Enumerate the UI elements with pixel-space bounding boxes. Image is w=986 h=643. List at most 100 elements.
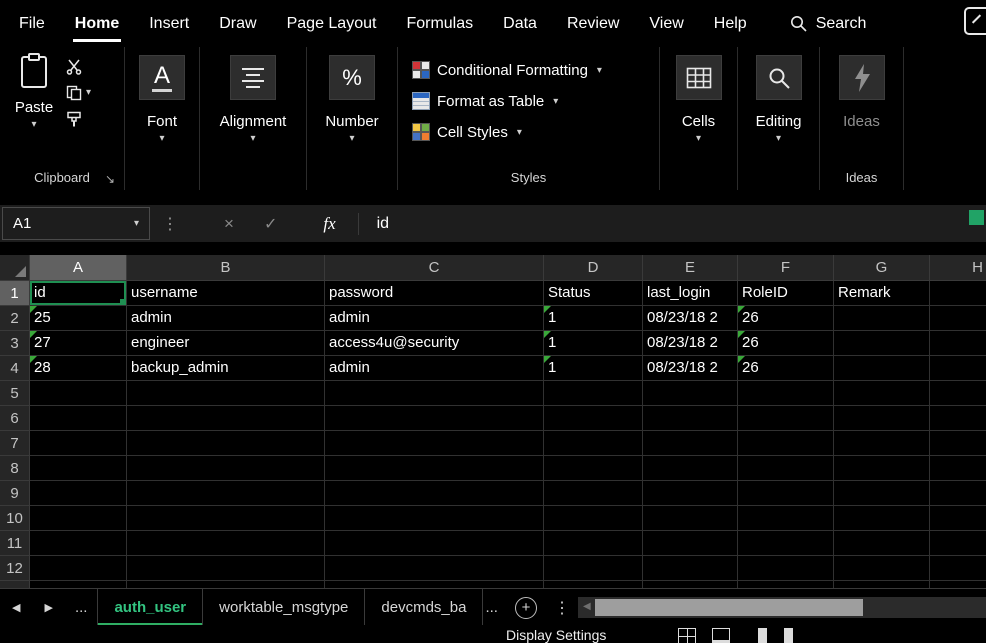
cell-C6[interactable] bbox=[325, 406, 544, 431]
cell-E13[interactable] bbox=[643, 581, 738, 588]
cell-A7[interactable] bbox=[30, 431, 127, 456]
cell-C11[interactable] bbox=[325, 531, 544, 556]
column-header-G[interactable]: G bbox=[834, 255, 930, 281]
cell-E1[interactable]: last_login bbox=[643, 281, 738, 306]
chevron-down-icon[interactable]: ▾ bbox=[159, 134, 164, 144]
font-button[interactable]: A Font ▾ bbox=[125, 55, 199, 144]
row-header-4[interactable]: 4 bbox=[0, 356, 30, 381]
cell-G1[interactable]: Remark bbox=[834, 281, 930, 306]
conditional-formatting-button[interactable]: Conditional Formatting ▾ bbox=[412, 57, 602, 83]
cell-E10[interactable] bbox=[643, 506, 738, 531]
menu-tab-review[interactable]: Review bbox=[552, 0, 634, 47]
chevron-down-icon[interactable]: ▾ bbox=[349, 134, 354, 144]
search-box[interactable]: Search bbox=[790, 0, 867, 47]
menu-tab-insert[interactable]: Insert bbox=[134, 0, 204, 47]
cell-C1[interactable]: password bbox=[325, 281, 544, 306]
row-header-12[interactable]: 12 bbox=[0, 556, 30, 581]
cell-E3[interactable]: 08/23/18 2 bbox=[643, 331, 738, 356]
row-header-10[interactable]: 10 bbox=[0, 506, 30, 531]
cell-H2[interactable] bbox=[930, 306, 986, 331]
cell-B12[interactable] bbox=[127, 556, 325, 581]
column-header-E[interactable]: E bbox=[643, 255, 738, 281]
cell-A11[interactable] bbox=[30, 531, 127, 556]
horizontal-scrollbar[interactable]: ◀ bbox=[578, 597, 986, 618]
number-button[interactable]: % Number ▾ bbox=[307, 55, 397, 144]
cell-A8[interactable] bbox=[30, 456, 127, 481]
sheet-tab-auth_user[interactable]: auth_user bbox=[98, 589, 203, 626]
row-header-11[interactable]: 11 bbox=[0, 531, 30, 556]
cell-B10[interactable] bbox=[127, 506, 325, 531]
cell-G13[interactable] bbox=[834, 581, 930, 588]
menu-tab-help[interactable]: Help bbox=[699, 0, 762, 47]
column-header-D[interactable]: D bbox=[544, 255, 643, 281]
menu-tab-data[interactable]: Data bbox=[488, 0, 552, 47]
cell-D13[interactable] bbox=[544, 581, 643, 588]
copy-button[interactable]: ▾ bbox=[66, 85, 91, 101]
chevron-down-icon[interactable]: ▾ bbox=[776, 134, 781, 144]
formula-input[interactable]: id bbox=[377, 215, 986, 233]
cell-A5[interactable] bbox=[30, 381, 127, 406]
cell-F11[interactable] bbox=[738, 531, 834, 556]
chevron-down-icon[interactable]: ▾ bbox=[31, 120, 36, 130]
cell-B9[interactable] bbox=[127, 481, 325, 506]
view-shortcut-bar-icon[interactable] bbox=[784, 628, 793, 643]
cell-F6[interactable] bbox=[738, 406, 834, 431]
ideas-button[interactable]: Ideas bbox=[820, 55, 903, 130]
cell-C7[interactable] bbox=[325, 431, 544, 456]
cell-G6[interactable] bbox=[834, 406, 930, 431]
column-header-A[interactable]: A bbox=[30, 255, 127, 281]
page-layout-view-icon[interactable] bbox=[712, 628, 730, 643]
dialog-launcher-icon[interactable]: ↘ bbox=[105, 172, 115, 186]
cell-B3[interactable]: engineer bbox=[127, 331, 325, 356]
cell-B4[interactable]: backup_admin bbox=[127, 356, 325, 381]
cell-B8[interactable] bbox=[127, 456, 325, 481]
column-header-F[interactable]: F bbox=[738, 255, 834, 281]
cell-H4[interactable] bbox=[930, 356, 986, 381]
cell-C4[interactable]: admin bbox=[325, 356, 544, 381]
cell-H5[interactable] bbox=[930, 381, 986, 406]
tab-scroll-right-icon[interactable]: ▶ bbox=[32, 601, 64, 614]
format-painter-button[interactable] bbox=[66, 111, 82, 127]
cell-D2[interactable]: 1 bbox=[544, 306, 643, 331]
cell-styles-button[interactable]: Cell Styles ▾ bbox=[412, 119, 522, 145]
cell-A3[interactable]: 27 bbox=[30, 331, 127, 356]
cell-F1[interactable]: RoleID bbox=[738, 281, 834, 306]
cell-E2[interactable]: 08/23/18 2 bbox=[643, 306, 738, 331]
cell-A6[interactable] bbox=[30, 406, 127, 431]
cell-H13[interactable] bbox=[930, 581, 986, 588]
normal-view-icon[interactable] bbox=[678, 628, 696, 643]
cell-H8[interactable] bbox=[930, 456, 986, 481]
scrollbar-thumb[interactable] bbox=[595, 599, 863, 616]
cell-G3[interactable] bbox=[834, 331, 930, 356]
cell-D10[interactable] bbox=[544, 506, 643, 531]
cell-F5[interactable] bbox=[738, 381, 834, 406]
menu-tab-formulas[interactable]: Formulas bbox=[391, 0, 488, 47]
scrollbar-left-arrow-icon[interactable]: ◀ bbox=[583, 601, 591, 612]
editing-button[interactable]: Editing ▾ bbox=[738, 55, 819, 144]
select-all-corner[interactable] bbox=[0, 255, 30, 281]
cell-D1[interactable]: Status bbox=[544, 281, 643, 306]
cell-A10[interactable] bbox=[30, 506, 127, 531]
column-header-H[interactable]: H bbox=[930, 255, 986, 281]
cell-C5[interactable] bbox=[325, 381, 544, 406]
cell-E12[interactable] bbox=[643, 556, 738, 581]
cell-G12[interactable] bbox=[834, 556, 930, 581]
cell-C9[interactable] bbox=[325, 481, 544, 506]
menu-tab-file[interactable]: File bbox=[4, 0, 60, 47]
cell-F8[interactable] bbox=[738, 456, 834, 481]
share-icon[interactable] bbox=[964, 7, 986, 35]
cell-C10[interactable] bbox=[325, 506, 544, 531]
cell-H11[interactable] bbox=[930, 531, 986, 556]
chevron-down-icon[interactable]: ▾ bbox=[134, 218, 139, 229]
row-header-9[interactable]: 9 bbox=[0, 481, 30, 506]
view-shortcut-bar-icon[interactable] bbox=[758, 628, 767, 643]
menu-tab-view[interactable]: View bbox=[634, 0, 698, 47]
row-header-5[interactable]: 5 bbox=[0, 381, 30, 406]
cell-F7[interactable] bbox=[738, 431, 834, 456]
cell-G9[interactable] bbox=[834, 481, 930, 506]
cell-B11[interactable] bbox=[127, 531, 325, 556]
cell-A2[interactable]: 25 bbox=[30, 306, 127, 331]
cell-D9[interactable] bbox=[544, 481, 643, 506]
insert-function-icon[interactable]: fx bbox=[323, 214, 335, 234]
cell-H10[interactable] bbox=[930, 506, 986, 531]
